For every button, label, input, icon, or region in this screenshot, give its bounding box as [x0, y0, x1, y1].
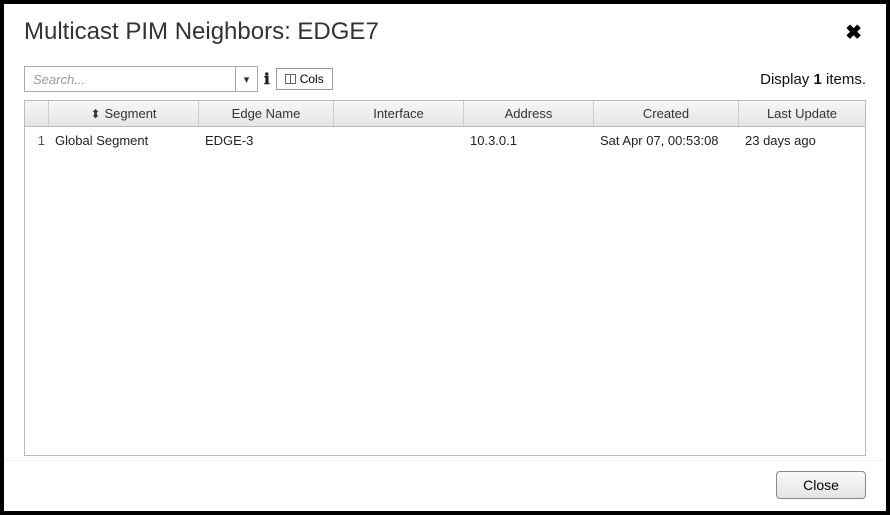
col-header-edge-name[interactable]: Edge Name [199, 101, 334, 126]
dialog-header: Multicast PIM Neighbors: EDGE7 ✖ [4, 4, 886, 54]
cell-segment: Global Segment [49, 133, 199, 148]
col-header-segment[interactable]: ⬍ Segment [49, 101, 199, 126]
search-input[interactable] [25, 67, 235, 91]
col-header-address[interactable]: Address [464, 101, 594, 126]
data-grid: ⬍ Segment Edge Name Interface Address Cr… [24, 100, 866, 456]
col-header-rownum[interactable] [25, 101, 49, 126]
grid-body: 1 Global Segment EDGE-3 10.3.0.1 Sat Apr… [25, 127, 865, 455]
dialog-title: Multicast PIM Neighbors: EDGE7 [24, 18, 379, 46]
cell-edge-name: EDGE-3 [199, 133, 334, 148]
col-header-last-update[interactable]: Last Update [739, 101, 865, 126]
cell-index: 1 [25, 133, 49, 148]
grid-header: ⬍ Segment Edge Name Interface Address Cr… [25, 101, 865, 127]
search-dropdown-button[interactable]: ▾ [235, 67, 257, 91]
columns-icon [285, 74, 296, 84]
chevron-down-icon: ▾ [244, 73, 250, 86]
cell-last-update: 23 days ago [739, 133, 865, 148]
table-row[interactable]: 1 Global Segment EDGE-3 10.3.0.1 Sat Apr… [25, 127, 865, 153]
col-header-created[interactable]: Created [594, 101, 739, 126]
dialog: Multicast PIM Neighbors: EDGE7 ✖ ▾ ℹ Col… [4, 4, 886, 511]
toolbar: ▾ ℹ Cols Display 1 items. [24, 66, 866, 92]
columns-button[interactable]: Cols [276, 68, 333, 90]
dialog-footer: Close [4, 460, 886, 511]
columns-button-label: Cols [300, 72, 324, 86]
sort-ascending-icon: ⬍ [90, 107, 100, 121]
cell-created: Sat Apr 07, 00:53:08 [594, 133, 739, 148]
info-icon[interactable]: ℹ [264, 70, 270, 88]
cell-address: 10.3.0.1 [464, 133, 594, 148]
display-count: Display 1 items. [760, 71, 866, 88]
search-field-wrap: ▾ [24, 66, 258, 92]
close-icon[interactable]: ✖ [841, 20, 866, 45]
col-header-interface[interactable]: Interface [334, 101, 464, 126]
close-button[interactable]: Close [776, 471, 866, 499]
